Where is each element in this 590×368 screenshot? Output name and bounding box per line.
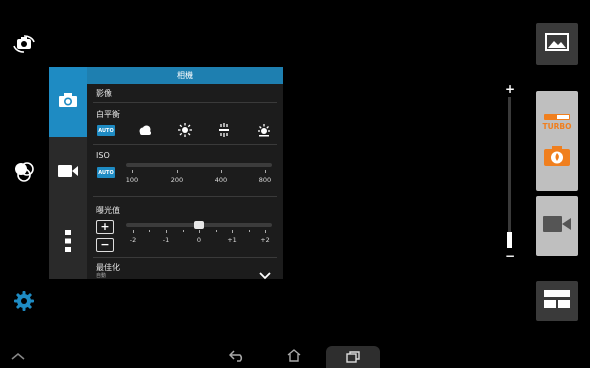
more-icon [65, 230, 71, 256]
exposure-tick: 0 [196, 236, 202, 244]
tick [265, 170, 266, 173]
iso-label: ISO [96, 151, 110, 160]
home-icon[interactable] [286, 348, 302, 363]
tick [199, 230, 200, 233]
exposure-plus-button[interactable]: + [96, 220, 114, 234]
gallery-icon [545, 33, 569, 55]
exposure-minus-button[interactable]: − [96, 238, 114, 252]
exposure-tick: +1 [227, 236, 237, 244]
iso-tick-200: 200 [170, 176, 184, 184]
divider [93, 257, 277, 258]
tick [232, 230, 233, 233]
exposure-tick: +2 [260, 236, 270, 244]
switch-camera-icon[interactable] [12, 34, 36, 54]
exposure-tick: -1 [162, 236, 170, 244]
iso-tick-100: 100 [125, 176, 139, 184]
tick [177, 170, 178, 173]
tick [265, 230, 266, 233]
video-icon [57, 163, 79, 182]
tick [221, 170, 222, 173]
nav-up-icon[interactable] [10, 350, 26, 362]
incandescent-icon[interactable] [257, 124, 271, 137]
camera-icon [58, 92, 78, 112]
fluorescent-icon[interactable] [217, 123, 231, 137]
exposure-label: 曝光值 [96, 206, 120, 215]
panel-title: 相機 [87, 67, 283, 84]
optimize-value: 自動 [96, 273, 107, 279]
chevron-down-icon[interactable] [259, 265, 271, 280]
tab-camera[interactable] [49, 67, 87, 137]
tick [149, 230, 150, 232]
section-label-image: 影像 [96, 89, 112, 98]
white-balance-label: 白平衡 [96, 110, 120, 119]
gallery-button[interactable] [536, 23, 578, 65]
zoom-in-label[interactable]: + [505, 83, 515, 95]
sunny-icon[interactable] [178, 123, 192, 137]
tick [133, 230, 134, 233]
divider [93, 196, 277, 197]
effects-icon[interactable] [12, 161, 36, 183]
turbo-label: TURBO [542, 121, 572, 131]
tick [166, 230, 167, 233]
tab-more[interactable] [49, 207, 87, 279]
iso-tick-800: 800 [258, 176, 272, 184]
tick [249, 230, 250, 232]
tick [183, 230, 184, 232]
iso-auto[interactable]: AUTO [97, 167, 115, 178]
video-record-button[interactable] [536, 196, 578, 256]
back-icon[interactable] [228, 349, 246, 363]
turbo-indicator [544, 113, 570, 120]
exposure-tick: -2 [129, 236, 137, 244]
exposure-slider-thumb[interactable] [194, 221, 204, 229]
zoom-slider-thumb[interactable] [507, 232, 512, 248]
iso-tick-400: 400 [214, 176, 228, 184]
iso-slider[interactable] [126, 163, 272, 167]
zoom-out-label[interactable]: − [505, 250, 515, 262]
cloudy-icon[interactable] [138, 124, 152, 136]
tick [132, 170, 133, 173]
settings-icon[interactable] [13, 290, 35, 312]
video-record-icon [542, 215, 572, 237]
recent-apps-icon[interactable] [345, 350, 361, 364]
turbo-indicator-fill [557, 114, 569, 119]
turbo-shutter-button[interactable]: TURBO [536, 91, 578, 191]
divider [93, 144, 277, 145]
divider [93, 102, 277, 103]
tab-video[interactable] [49, 137, 87, 207]
zoom-slider[interactable] [508, 97, 511, 247]
white-balance-auto[interactable]: AUTO [97, 125, 115, 136]
tick [216, 230, 217, 232]
shutter-icon [543, 145, 571, 171]
modes-grid-icon [544, 290, 570, 312]
modes-button[interactable] [536, 281, 578, 321]
